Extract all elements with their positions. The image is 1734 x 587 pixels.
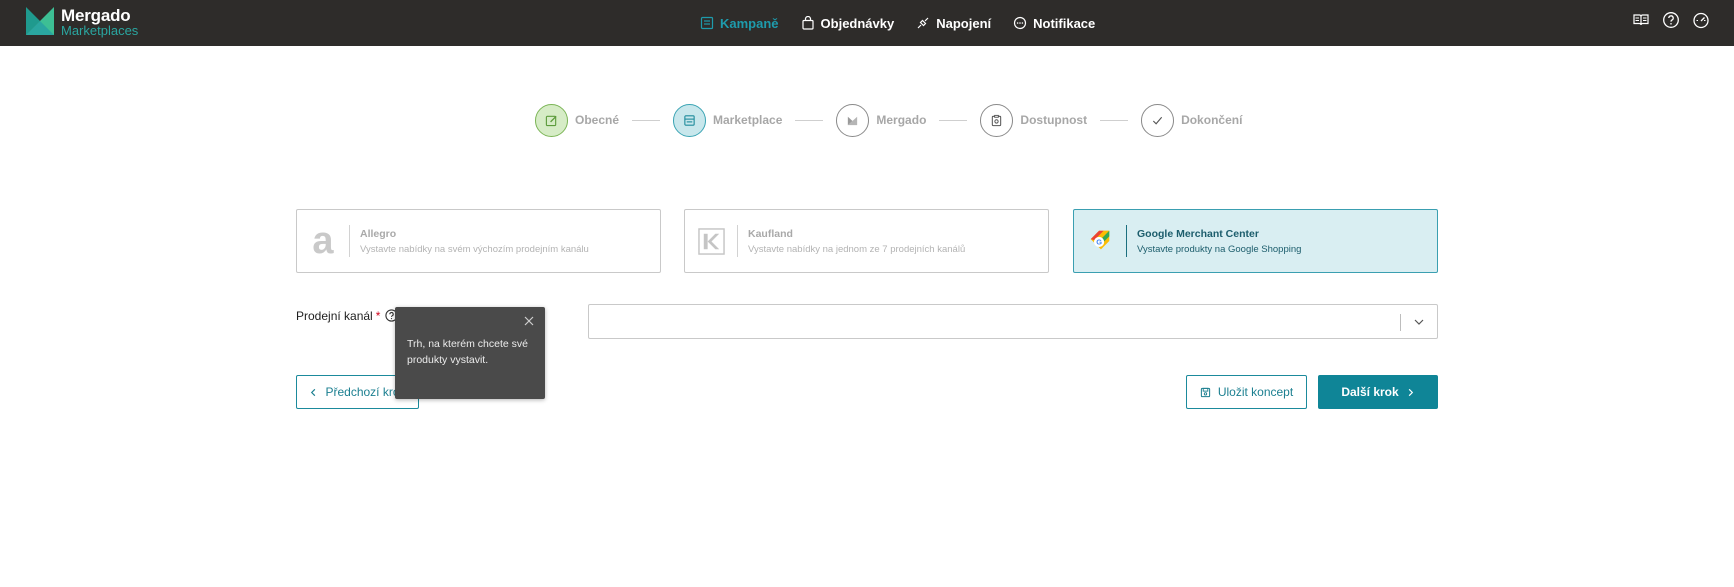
card-desc: Vystavte produkty na Google Shopping — [1137, 243, 1302, 255]
step-label: Obecné — [575, 113, 620, 127]
step-connector — [795, 119, 824, 121]
nav-label: Notifikace — [1033, 15, 1096, 31]
marketplace-cards: a Allegro Vystavte nabídky na svém výcho… — [296, 209, 1438, 273]
help-tooltip: Trh, na kterém chcete své produkty vysta… — [395, 307, 545, 399]
step-marketplace[interactable]: Marketplace — [673, 103, 783, 137]
nav-item-napojeni[interactable]: Napojení — [916, 16, 991, 31]
bag-icon — [801, 16, 814, 30]
sales-channel-select[interactable] — [588, 304, 1438, 339]
step-label: Marketplace — [713, 113, 783, 127]
required-mark: * — [375, 309, 381, 323]
brand-sub: Marketplaces — [61, 23, 139, 38]
next-step-button[interactable]: Další krok — [1318, 375, 1438, 409]
check-icon — [1152, 116, 1163, 125]
close-icon[interactable] — [523, 315, 535, 327]
mergado-logo-icon — [26, 7, 54, 35]
nav-item-notifikace[interactable]: Notifikace — [1013, 16, 1095, 31]
card-title: Google Merchant Center — [1137, 227, 1259, 240]
step-connector — [632, 119, 661, 121]
card-desc: Vystavte nabídky na svém výchozím prodej… — [360, 243, 589, 255]
step-label: Mergado — [876, 113, 927, 127]
main-nav: Kampaně Objednávky Napojení Notifikace — [700, 0, 1095, 46]
chat-icon — [1014, 16, 1027, 30]
step-connector — [1100, 119, 1129, 121]
help-circle-icon[interactable] — [1662, 11, 1680, 29]
card-title: Kaufland — [748, 227, 793, 240]
store-icon — [684, 114, 695, 126]
mergado-logo[interactable]: Mergado Marketplaces — [26, 5, 156, 41]
google-merchant-logo-icon: G — [1074, 221, 1126, 261]
chevron-right-icon — [1408, 388, 1413, 396]
tooltip-text: Trh, na kterém chcete své produkty vysta… — [407, 338, 528, 366]
step-obecne[interactable]: Obecné — [535, 103, 620, 137]
card-allegro[interactable]: a Allegro Vystavte nabídky na svém výcho… — [296, 209, 661, 273]
nav-item-kampane[interactable]: Kampaně — [700, 16, 779, 31]
book-icon[interactable] — [1632, 11, 1650, 29]
allegro-logo-icon: a — [312, 220, 334, 262]
step-dokonceni[interactable]: Dokončení — [1141, 103, 1243, 137]
plug-icon — [917, 17, 929, 29]
step-label: Dokončení — [1181, 113, 1243, 127]
save-draft-button[interactable]: Uložit koncept — [1186, 375, 1307, 409]
sales-channel-label: Prodejní kanál * — [296, 309, 381, 323]
clipboard-icon — [992, 114, 1002, 126]
step-connector — [939, 119, 968, 121]
card-google-merchant-center[interactable]: G Google Merchant Center Vystavte produk… — [1073, 209, 1438, 273]
chevron-down-icon — [1414, 319, 1424, 325]
mergado-icon — [848, 116, 858, 125]
svg-text:G: G — [1096, 238, 1102, 247]
step-dostupnost[interactable]: Dostupnost — [980, 103, 1088, 137]
dashboard-icon[interactable] — [1692, 11, 1710, 29]
nav-label: Objednávky — [820, 15, 895, 31]
card-desc: Vystavte nabídky na jednom ze 7 prodejní… — [748, 243, 966, 255]
card-kaufland[interactable]: Kaufland Vystavte nabídky na jednom ze 7… — [684, 209, 1049, 273]
nav-item-objednavky[interactable]: Objednávky — [801, 15, 895, 31]
edit-icon — [545, 115, 557, 126]
step-mergado[interactable]: Mergado — [836, 103, 927, 137]
nav-label: Napojení — [936, 15, 992, 31]
progress-stepper: Obecné Marketplace Mergado Dostupnost Do… — [535, 103, 1242, 137]
card-title: Allegro — [360, 227, 397, 240]
nav-label: Kampaně — [720, 15, 779, 31]
top-icons — [1632, 11, 1710, 29]
kaufland-logo-icon — [685, 221, 737, 261]
save-icon — [1200, 387, 1210, 397]
campaign-icon — [700, 16, 714, 30]
step-label: Dostupnost — [1020, 113, 1088, 127]
top-bar: Mergado Marketplaces Kampaně Objednávky … — [0, 0, 1734, 46]
chevron-left-icon — [311, 388, 316, 396]
